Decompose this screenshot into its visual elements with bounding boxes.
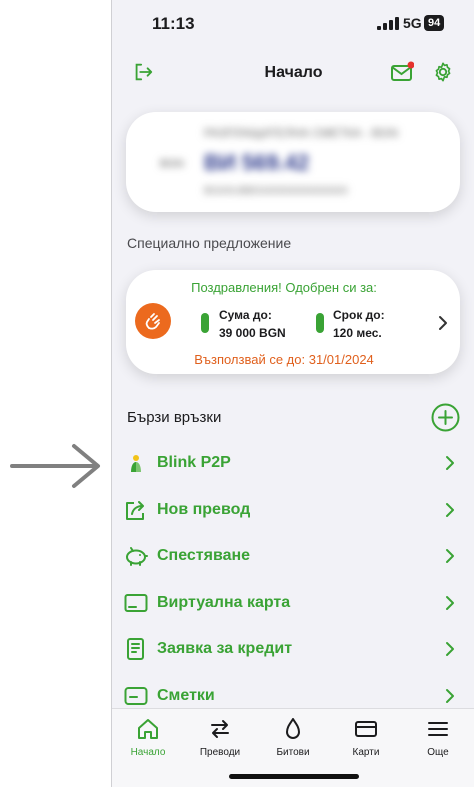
page-title: Начало [264,64,323,81]
gear-icon[interactable] [432,61,454,83]
account-card[interactable]: BGN РАЗПЛАЩАТЕЛНА СМЕТКА - BGN ВИ 569.42… [126,112,460,212]
offer-card[interactable]: Поздравления! Одобрен си за: Сума до: 39… [126,270,460,374]
quick-link-new-transfer[interactable]: Нов превод [112,487,474,533]
signal-icon [377,17,399,30]
tab-label: Битови [276,747,310,758]
quick-link-label: Blink P2P [157,454,231,471]
offer-heading: Поздравления! Одобрен си за: [191,280,377,295]
hand-icon [145,313,160,330]
tab-cards[interactable]: Карти [330,717,402,758]
offer-deadline: Възползвай се до: 31/01/2024 [194,352,374,367]
offer-amount-label: Сума до: [219,308,272,322]
add-quick-link-icon[interactable] [431,403,460,432]
offer-badge-icon [135,303,171,339]
chevron-right-icon [446,689,454,703]
offer-term-value: 120 мес. [333,326,382,340]
mail-icon[interactable] [390,61,414,83]
account-iban: BG00UBBS00000000000000 [204,185,348,197]
tab-more[interactable]: Още [402,717,474,758]
offer-section-label: Специално предложение [127,235,292,251]
network-type: 5G [403,15,422,31]
transfer-arrows-icon [211,720,229,738]
account-balance: ВИ 569.42 [204,150,310,175]
card-icon [355,721,377,737]
drop-icon [286,718,300,739]
chevron-right-icon [446,456,454,470]
chevron-right-icon [446,642,454,656]
notification-dot [407,61,414,69]
quick-link-label: Виртуална карта [157,594,291,611]
phone-screen: 11:13 5G 94 Начало BGN РАЗПЛАЩАТЕЛНА СМЕ… [111,0,474,787]
quick-link-virtual-card[interactable]: Виртуална карта [112,580,474,626]
account-name: РАЗПЛАЩАТЕЛНА СМЕТКА - BGN [204,126,398,140]
tab-label: Преводи [199,747,241,758]
share-transfer-icon [126,501,144,520]
wallet-icon [124,687,148,705]
term-pill-icon [316,313,324,333]
quick-link-label: Заявка за кредит [157,640,293,657]
tab-transfers[interactable]: Преводи [184,717,256,758]
pointer-arrow-icon [10,444,100,488]
quick-link-label: Сметки [157,687,215,704]
quick-link-blink-p2p[interactable]: Blink P2P [112,440,474,486]
piggy-bank-icon [126,547,148,566]
status-time: 11:13 [152,14,195,33]
bottom-tab-bar: Начало Преводи Битови Карти Още [112,708,474,787]
quick-link-label: Спестяване [157,547,251,564]
menu-icon [428,722,448,736]
top-bar: Начало [112,52,474,92]
chevron-right-icon [446,596,454,610]
offer-amount-value: 39 000 BGN [219,326,286,340]
chevron-right-icon [446,549,454,563]
tab-label: Още [427,747,449,758]
account-currency: BGN [160,158,184,170]
home-icon [138,719,158,739]
card-icon [124,594,148,612]
offer-term-label: Срок до: [333,308,385,322]
quick-link-savings[interactable]: Спестяване [112,533,474,579]
amount-pill-icon [201,313,209,333]
status-bar: 11:13 5G 94 [112,0,474,46]
quick-link-label: Нов превод [157,501,251,518]
blink-logo-icon [131,455,141,472]
tab-label: Начало [130,747,166,758]
tab-home[interactable]: Начало [112,717,184,758]
tab-label: Карти [352,747,380,758]
quick-links-title: Бързи връзки [127,409,222,426]
tab-utilities[interactable]: Битови [257,717,329,758]
quick-link-credit-request[interactable]: Заявка за кредит [112,626,474,672]
battery-indicator: 94 [424,15,445,31]
chevron-right-icon [446,503,454,517]
chevron-right-icon [439,316,447,330]
document-icon [127,638,144,660]
home-indicator[interactable] [229,774,359,779]
